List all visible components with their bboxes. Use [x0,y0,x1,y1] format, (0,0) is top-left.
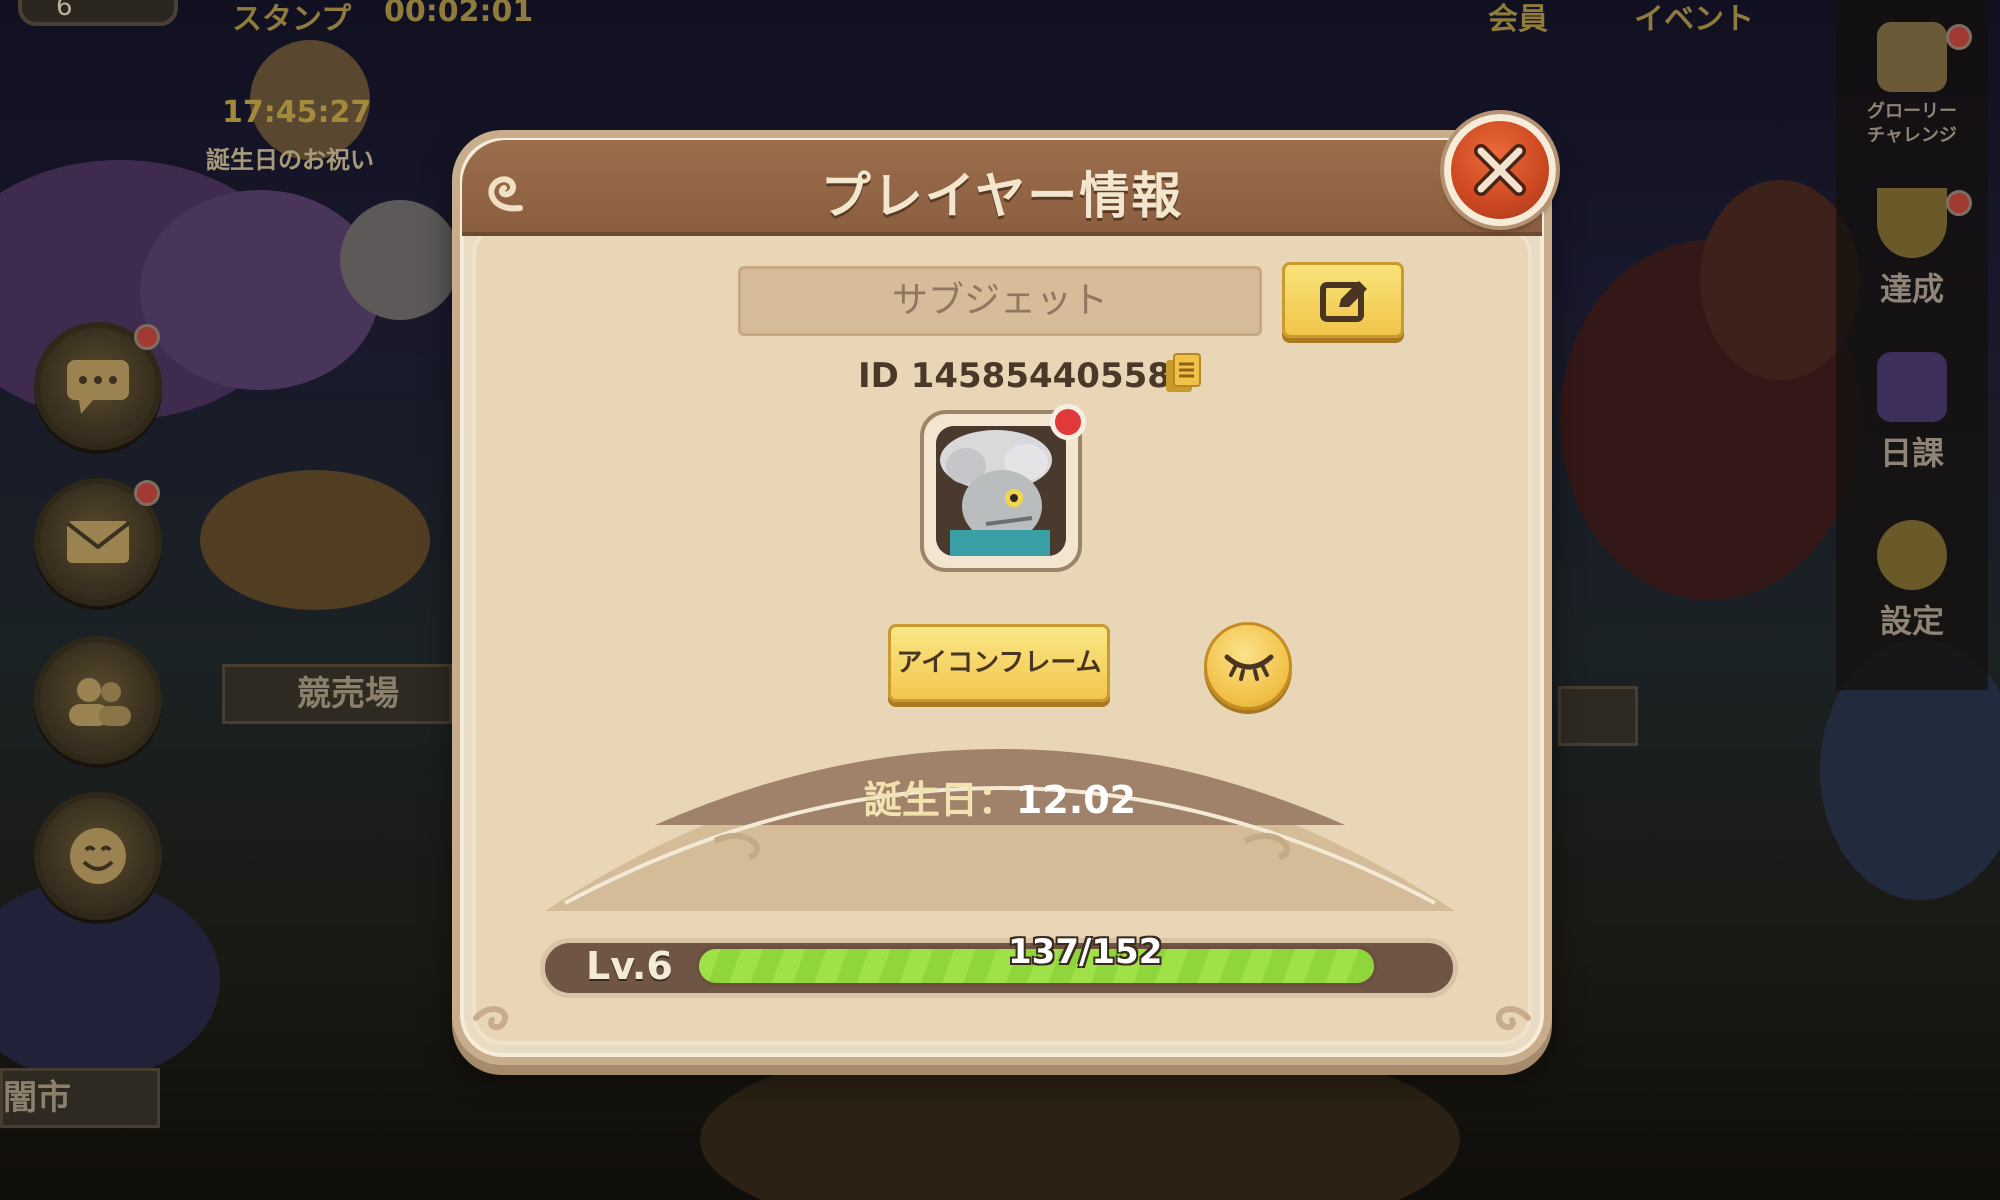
chat-badge [134,324,160,350]
avatar-badge [1050,404,1086,440]
black-market-sign[interactable]: 闇市 [0,1068,160,1128]
daily-task-button[interactable]: 日課 [1836,352,1988,474]
glory-challenge-icon [1877,22,1947,92]
corner-ornament-icon [473,1006,509,1030]
close-icon [1474,144,1526,196]
mail-badge [134,480,160,506]
edit-name-button[interactable] [1282,262,1404,338]
birthday-label: 誕生日： [863,778,1016,822]
stamp-label[interactable]: スタンプ [232,0,351,38]
daily-task-label: 日課 [1879,434,1944,472]
dialog-title: プレイヤー情報 [820,167,1184,225]
icon-frame-button[interactable]: アイコンフレーム [888,624,1110,702]
copy-id-button[interactable] [1162,352,1202,396]
black-market-label: 闇市 [3,1078,71,1118]
top-left-number: 6 [56,0,73,22]
right-sign[interactable] [1558,686,1638,746]
auction-house-label: 競売場 [297,674,399,714]
birthday-event-label[interactable]: 誕生日のお祝い [206,140,374,175]
close-button[interactable] [1444,114,1556,226]
edit-icon [1320,281,1367,322]
settings-button[interactable]: 設定 [1836,520,1988,642]
event-label[interactable]: イベント [1634,0,1754,38]
player-name-field[interactable]: サブジェット [738,266,1262,336]
gear-icon [1877,520,1947,590]
copy-icon [1166,353,1201,392]
player-level-badge[interactable]: 6 [18,0,178,26]
right-side-menu: グローリー チャレンジ 達成 日課 設定 [1836,0,1988,690]
closed-eye-icon [1224,654,1274,681]
trophy-icon [1877,188,1947,258]
corner-ornament-icon-right [1495,1006,1531,1030]
friends-button[interactable] [34,636,162,764]
dialog-title-bar: プレイヤー情報 [462,140,1542,236]
friends-icon [40,642,156,758]
birthday-text: 誕生日：12.02 [0,769,2000,824]
visibility-toggle-button[interactable] [1204,622,1292,710]
glory-challenge-label: グローリー チャレンジ [1867,101,1957,146]
glory-badge [1946,24,1972,50]
achievement-label: 達成 [1879,270,1944,308]
daily-book-icon [1877,352,1947,422]
membership-label[interactable]: 会員 [1488,0,1548,38]
avatar-portrait [936,426,1066,556]
player-id: ID 145854405587 [858,356,1195,396]
auction-house-sign[interactable]: 競売場 [222,664,452,724]
xp-text: 137/152 [1008,932,1163,972]
birthday-value: 12.02 [1015,778,1137,822]
event-timer: 17:45:27 [222,95,372,130]
top-timer: 00:02:01 [384,0,534,29]
swirl-ornament-icon [488,176,523,212]
level-label: Lv.6 [586,944,673,988]
achievement-badge [1946,190,1972,216]
settings-label: 設定 [1879,602,1944,640]
